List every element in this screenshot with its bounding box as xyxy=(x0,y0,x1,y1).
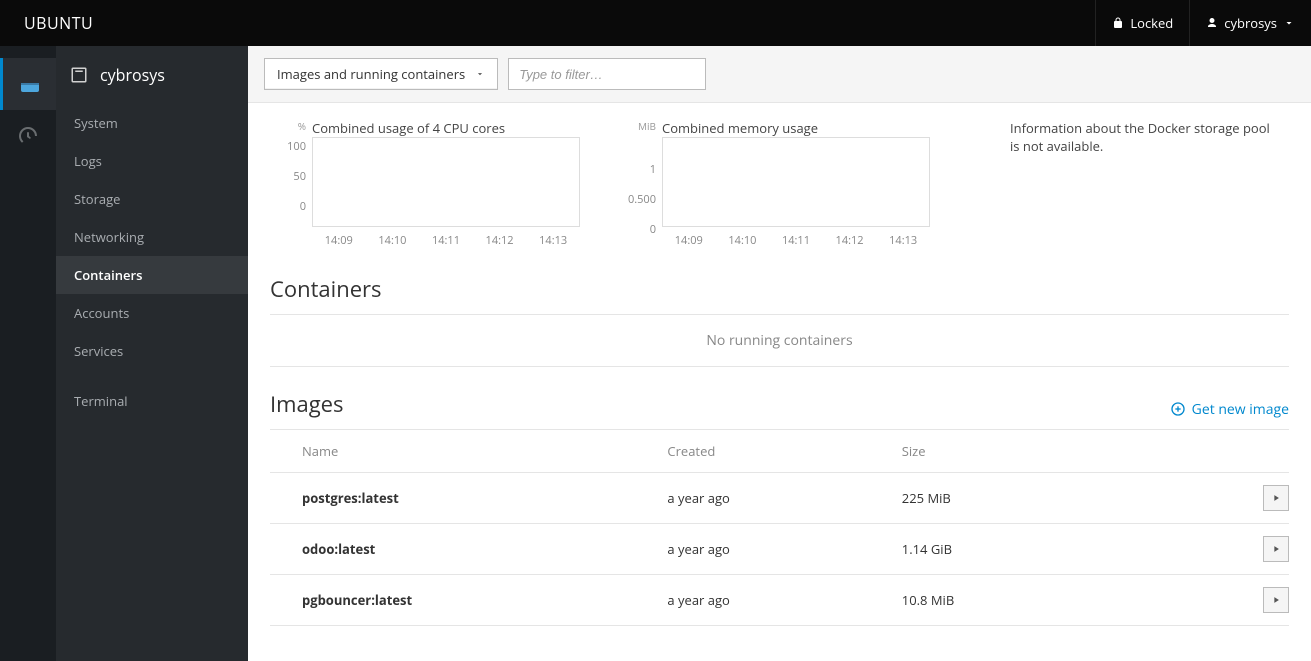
sidebar-item-terminal[interactable]: Terminal xyxy=(56,382,248,420)
images-heading: Images xyxy=(270,389,344,419)
get-new-image-label: Get new image xyxy=(1192,400,1289,419)
host-icon xyxy=(70,66,88,84)
col-size: Size xyxy=(902,430,1187,473)
play-icon xyxy=(1271,493,1281,503)
storage-info-text: Information about the Docker storage poo… xyxy=(970,119,1270,248)
image-size: 1.14 GiB xyxy=(902,524,1187,575)
image-name: pgbouncer:latest xyxy=(270,575,667,626)
sidebar-item-system[interactable]: System xyxy=(56,104,248,142)
image-size: 10.8 MiB xyxy=(902,575,1187,626)
image-created: a year ago xyxy=(667,575,901,626)
image-size: 225 MiB xyxy=(902,473,1187,524)
mem-chart-plot xyxy=(662,137,930,227)
sidebar-host-header[interactable]: cybrosys xyxy=(56,46,248,104)
toolbar: Images and running containers xyxy=(248,46,1311,103)
memory-chart: MiB 1 0.500 0 Combined memory usage 14:0… xyxy=(620,119,930,248)
locked-indicator[interactable]: Locked xyxy=(1095,0,1189,46)
lock-icon xyxy=(1112,17,1124,29)
run-image-button[interactable] xyxy=(1263,587,1289,613)
containers-empty: No running containers xyxy=(270,314,1289,367)
icon-rail xyxy=(0,46,56,661)
brand-label: UBUNTU xyxy=(24,12,93,34)
play-icon xyxy=(1271,595,1281,605)
mem-chart-title: Combined memory usage xyxy=(662,119,930,133)
image-name: postgres:latest xyxy=(270,473,667,524)
cpu-chart-plot xyxy=(312,137,580,227)
user-icon xyxy=(1206,17,1218,29)
images-table: Name Created Size postgres:latesta year … xyxy=(270,429,1289,626)
main-content: Images and running containers % 100 50 0… xyxy=(248,46,1311,661)
image-row[interactable]: postgres:latesta year ago225 MiB xyxy=(270,473,1289,524)
image-name: odoo:latest xyxy=(270,524,667,575)
chevron-down-icon xyxy=(475,69,485,79)
sidebar-item-containers[interactable]: Containers xyxy=(56,256,248,294)
get-new-image-button[interactable]: Get new image xyxy=(1170,400,1289,419)
play-icon xyxy=(1271,544,1281,554)
topbar: UBUNTU Locked cybrosys xyxy=(0,0,1311,46)
run-image-button[interactable] xyxy=(1263,536,1289,562)
image-created: a year ago xyxy=(667,473,901,524)
run-image-button[interactable] xyxy=(1263,485,1289,511)
sidebar-item-services[interactable]: Services xyxy=(56,332,248,370)
sidebar-item-storage[interactable]: Storage xyxy=(56,180,248,218)
user-menu[interactable]: cybrosys xyxy=(1189,0,1311,46)
image-created: a year ago xyxy=(667,524,901,575)
sidebar-item-accounts[interactable]: Accounts xyxy=(56,294,248,332)
rail-dashboard-icon[interactable] xyxy=(0,110,56,162)
filter-input[interactable] xyxy=(508,58,706,90)
plus-circle-icon xyxy=(1170,401,1186,417)
cpu-chart-title: Combined usage of 4 CPU cores xyxy=(312,119,580,133)
dropdown-label: Images and running containers xyxy=(277,65,465,83)
containers-heading: Containers xyxy=(270,274,1289,304)
col-created: Created xyxy=(667,430,901,473)
mem-unit: MiB xyxy=(638,119,656,133)
chevron-down-icon xyxy=(1283,17,1295,29)
rail-server-icon[interactable] xyxy=(0,58,56,110)
col-name: Name xyxy=(270,430,667,473)
image-row[interactable]: pgbouncer:latesta year ago10.8 MiB xyxy=(270,575,1289,626)
cpu-unit: % xyxy=(298,119,306,133)
sidebar-item-logs[interactable]: Logs xyxy=(56,142,248,180)
filter-dropdown[interactable]: Images and running containers xyxy=(264,58,498,90)
cpu-chart: % 100 50 0 Combined usage of 4 CPU cores… xyxy=(270,119,580,248)
user-label: cybrosys xyxy=(1224,14,1277,32)
sidebar-item-networking[interactable]: Networking xyxy=(56,218,248,256)
sidebar: cybrosys SystemLogsStorageNetworkingCont… xyxy=(56,46,248,661)
server-icon xyxy=(18,72,42,96)
image-row[interactable]: odoo:latesta year ago1.14 GiB xyxy=(270,524,1289,575)
dashboard-icon xyxy=(16,124,40,148)
locked-label: Locked xyxy=(1130,14,1173,32)
sidebar-host-label: cybrosys xyxy=(100,64,165,86)
